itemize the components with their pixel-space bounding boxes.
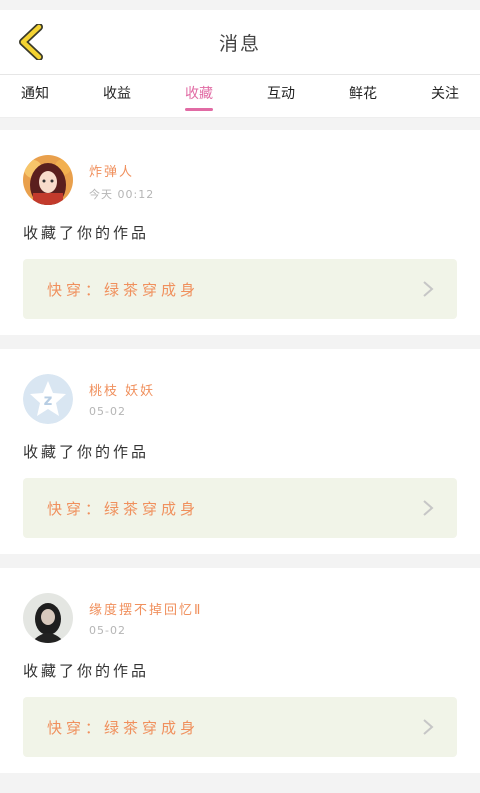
user-row: z 桃枝 妖妖 05-02 [23,349,457,424]
username[interactable]: 缘度摆不掉回忆Ⅱ [89,599,202,618]
chevron-right-icon [423,281,434,297]
back-button[interactable] [14,24,48,60]
dark-hair-girl-avatar-icon [23,593,73,643]
back-arrow-icon [19,24,43,60]
action-text: 收藏了你的作品 [23,224,150,242]
tab-bar: 通知 收益 收藏 互动 鲜花 关注 [0,75,480,118]
chevron-right-icon [423,500,434,516]
tab-flowers[interactable]: 鲜花 [348,75,378,103]
work-link[interactable]: 快穿：绿茶穿成身 [23,259,457,319]
tab-label: 鲜花 [349,86,377,102]
user-row: 炸弹人 今天 00:12 [23,130,457,205]
user-info: 炸弹人 今天 00:12 [89,155,154,202]
work-link[interactable]: 快穿：绿茶穿成身 [23,478,457,538]
top-bar: 消息 [0,10,480,75]
tab-label: 收藏 [185,86,213,102]
work-link[interactable]: 快穿：绿茶穿成身 [23,697,457,757]
tab-earnings[interactable]: 收益 [102,75,132,103]
divider [0,773,480,793]
divider [0,335,480,349]
tab-label: 关注 [431,86,459,102]
message-card: z 桃枝 妖妖 05-02 收藏了你的作品 快穿：绿茶穿成身 [0,349,480,554]
message-card: 炸弹人 今天 00:12 收藏了你的作品 快穿：绿茶穿成身 [0,130,480,335]
default-z-avatar-icon: z [23,374,73,424]
timestamp: 今天 00:12 [89,188,155,201]
divider [0,554,480,568]
action-text: 收藏了你的作品 [23,443,150,461]
tab-label: 收益 [103,86,131,102]
avatar[interactable] [23,155,73,205]
user-info: 桃枝 妖妖 05-02 [89,374,155,418]
action-text: 收藏了你的作品 [23,662,150,680]
work-title: 快穿：绿茶穿成身 [47,718,200,737]
status-bar [0,0,480,10]
timestamp: 05-02 [89,624,126,637]
username[interactable]: 炸弹人 [89,161,154,180]
timestamp: 05-02 [89,405,126,418]
tab-interaction[interactable]: 互动 [266,75,296,103]
tab-favorites[interactable]: 收藏 [184,75,214,111]
tab-follow[interactable]: 关注 [430,75,460,103]
message-card: 缘度摆不掉回忆Ⅱ 05-02 收藏了你的作品 快穿：绿茶穿成身 [0,568,480,773]
tab-label: 通知 [21,86,49,102]
chevron-right-icon [423,719,434,735]
page-title: 消息 [218,32,261,55]
tab-label: 互动 [267,86,295,102]
divider [0,118,480,130]
work-title: 快穿：绿茶穿成身 [47,499,200,518]
avatar[interactable] [23,593,73,643]
user-row: 缘度摆不掉回忆Ⅱ 05-02 [23,568,457,643]
username[interactable]: 桃枝 妖妖 [89,380,155,399]
svg-text:z: z [44,391,53,409]
active-tab-indicator [185,108,213,111]
user-info: 缘度摆不掉回忆Ⅱ 05-02 [89,593,202,637]
work-title: 快穿：绿茶穿成身 [47,280,200,299]
avatar[interactable]: z [23,374,73,424]
anime-girl-avatar-icon [23,155,73,205]
tab-notice[interactable]: 通知 [20,75,50,103]
